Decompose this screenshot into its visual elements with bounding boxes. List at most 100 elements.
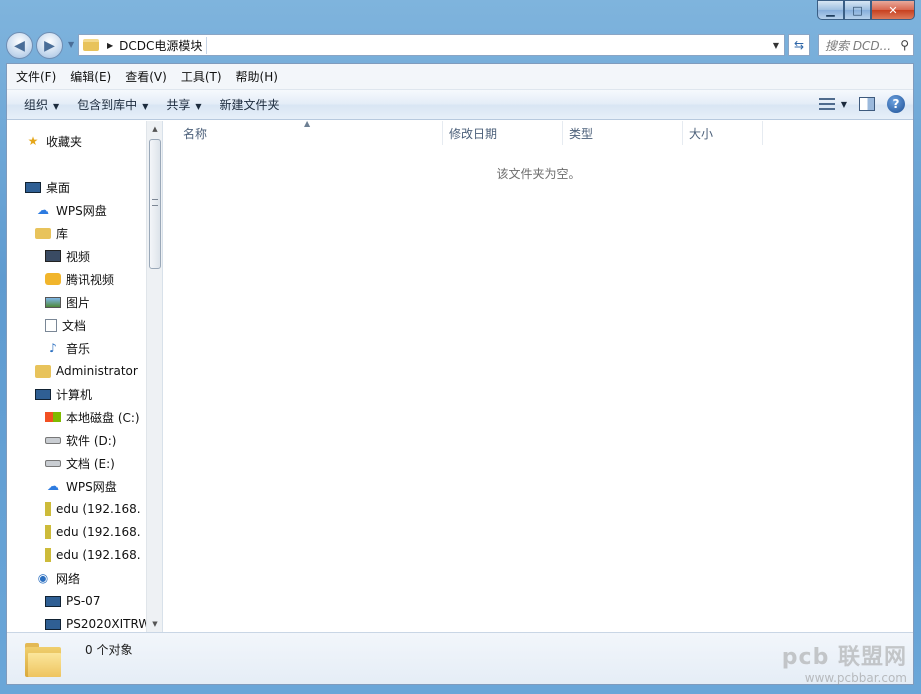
network-globe-icon: ◉ [37,571,49,585]
nav-item-administrator[interactable]: Administrator [35,361,138,381]
address-bar[interactable]: ▶ DCDC电源模块 ▼ [78,34,785,56]
chevron-down-icon: ▼ [142,102,149,111]
nav-label: 计算机 [56,387,93,402]
nav-label: WPS网盘 [56,203,107,218]
forward-button[interactable]: ▶ [36,32,63,59]
column-date-modified[interactable]: 修改日期 [443,121,563,145]
cloud-icon: ☁ [37,203,49,217]
nav-label: Administrator [56,364,138,378]
column-type[interactable]: 类型 [563,121,683,145]
view-controls: ▼ ? [818,95,905,113]
search-input[interactable]: 搜索 DCD... ⚲ [818,34,914,56]
close-button[interactable]: ✕ [871,0,915,20]
file-list[interactable]: ▲ 名称 修改日期 类型 大小 该文件夹为空。 [164,119,913,632]
address-row: ◀ ▶ ▼ ▶ DCDC电源模块 ▼ ⇆ 搜索 DCD... ⚲ [6,30,915,62]
computer-icon [45,595,61,607]
desktop-icon [25,181,41,193]
include-library-button[interactable]: 包含到库中 ▼ [68,96,157,113]
nav-item-video[interactable]: 视频 [45,246,90,266]
network-drive-icon [45,548,51,562]
nav-scrollbar[interactable]: ▲ ▼ [146,121,162,632]
chevron-down-icon: ▼ [195,102,202,111]
share-button[interactable]: 共享 ▼ [157,96,210,113]
address-history-dropdown[interactable]: ▼ [768,41,784,50]
scroll-down-arrow-icon[interactable]: ▼ [147,616,162,632]
maximize-button[interactable]: □ [844,0,871,20]
menu-bar: 文件(F) 编辑(E) 查看(V) 工具(T) 帮助(H) [7,64,913,90]
nav-item-network[interactable]: ◉ 网络 [35,568,80,588]
nav-label: 收藏夹 [46,134,83,149]
column-size[interactable]: 大小 [683,121,763,145]
nav-item-wps-drive[interactable]: ☁ WPS网盘 [35,200,107,220]
menu-edit[interactable]: 编辑(E) [63,68,118,85]
computer-icon [45,618,61,630]
column-headers: ▲ 名称 修改日期 类型 大小 [164,119,913,145]
tencent-video-icon [45,273,61,285]
forward-arrow-icon: ▶ [44,37,55,54]
nav-label: 音乐 [66,341,91,356]
nav-item-edu-1[interactable]: edu (192.168. [45,499,141,519]
column-name[interactable]: 名称 [177,121,443,145]
back-arrow-icon: ◀ [14,37,25,54]
back-button[interactable]: ◀ [6,32,33,59]
nav-item-drive-e[interactable]: 文档 (E:) [45,453,115,473]
recent-pages-dropdown[interactable]: ▼ [68,40,74,49]
nav-item-documents[interactable]: 文档 [45,315,86,335]
menu-file[interactable]: 文件(F) [9,68,63,85]
nav-item-drive-c[interactable]: 本地磁盘 (C:) [45,407,140,427]
breadcrumb-current[interactable]: DCDC电源模块 [119,36,208,54]
nav-label: 腾讯视频 [66,272,115,287]
minimize-button[interactable]: ▁ [817,0,844,20]
scroll-up-arrow-icon[interactable]: ▲ [147,121,162,137]
empty-folder-message: 该文件夹为空。 [496,167,581,181]
watermark: pcb 联盟网 www.pcbbar.com [782,639,907,685]
watermark-url: www.pcbbar.com [804,671,907,685]
nav-item-tencent-video[interactable]: 腾讯视频 [45,269,114,289]
menu-view[interactable]: 查看(V) [118,68,174,85]
library-icon [35,227,51,239]
nav-item-edu-3[interactable]: edu (192.168. [45,545,141,565]
nav-item-ps2020[interactable]: PS2020XITRW [45,614,150,632]
nav-item-computer[interactable]: 计算机 [35,384,92,404]
nav-item-favorites[interactable]: ★ 收藏夹 [25,131,82,151]
nav-label: 网络 [56,571,81,586]
nav-label: 文档 [62,318,87,333]
client-area: 文件(F) 编辑(E) 查看(V) 工具(T) 帮助(H) 组织 ▼ 包含到库中 ▼… [6,63,914,685]
breadcrumb-chevron-icon[interactable]: ▶ [107,41,113,50]
nav-label: 桌面 [46,180,71,195]
search-placeholder: 搜索 DCD... [825,38,892,53]
nav-label: 软件 (D:) [66,433,117,448]
nav-label: edu (192.168. [56,502,141,516]
nav-item-wps-drive-2[interactable]: ☁ WPS网盘 [45,476,117,496]
video-icon [45,250,61,262]
organize-button[interactable]: 组织 ▼ [15,96,68,113]
folder-icon [83,39,99,51]
search-icon[interactable]: ⚲ [900,38,909,52]
nav-item-drive-d[interactable]: 软件 (D:) [45,430,116,450]
scroll-grip-icon [152,199,158,206]
nav-item-library[interactable]: 库 [35,223,68,243]
include-library-label: 包含到库中 [77,98,138,112]
nav-item-desktop[interactable]: 桌面 [25,177,70,197]
nav-label: PS-07 [66,594,101,608]
help-icon[interactable]: ? [887,95,905,113]
star-icon: ★ [27,134,39,148]
new-folder-button[interactable]: 新建文件夹 [211,96,289,113]
change-view-icon[interactable] [818,98,835,110]
nav-item-pictures[interactable]: 图片 [45,292,90,312]
preview-pane-icon[interactable] [859,97,875,111]
nav-item-music[interactable]: ♪ 音乐 [45,338,90,358]
menu-tools[interactable]: 工具(T) [174,68,229,85]
document-icon [45,318,57,332]
menu-help[interactable]: 帮助(H) [229,68,285,85]
nav-label: 库 [56,226,69,241]
refresh-icon: ⇆ [793,38,805,52]
organize-label: 组织 [24,98,49,112]
nav-item-edu-2[interactable]: edu (192.168. [45,522,141,542]
refresh-button[interactable]: ⇆ [788,34,810,56]
view-options-dropdown[interactable]: ▼ [841,100,847,109]
nav-item-ps-07[interactable]: PS-07 [45,591,100,611]
nav-label: 本地磁盘 (C:) [66,410,140,425]
nav-label: WPS网盘 [66,479,117,494]
folder-icon [25,641,61,677]
